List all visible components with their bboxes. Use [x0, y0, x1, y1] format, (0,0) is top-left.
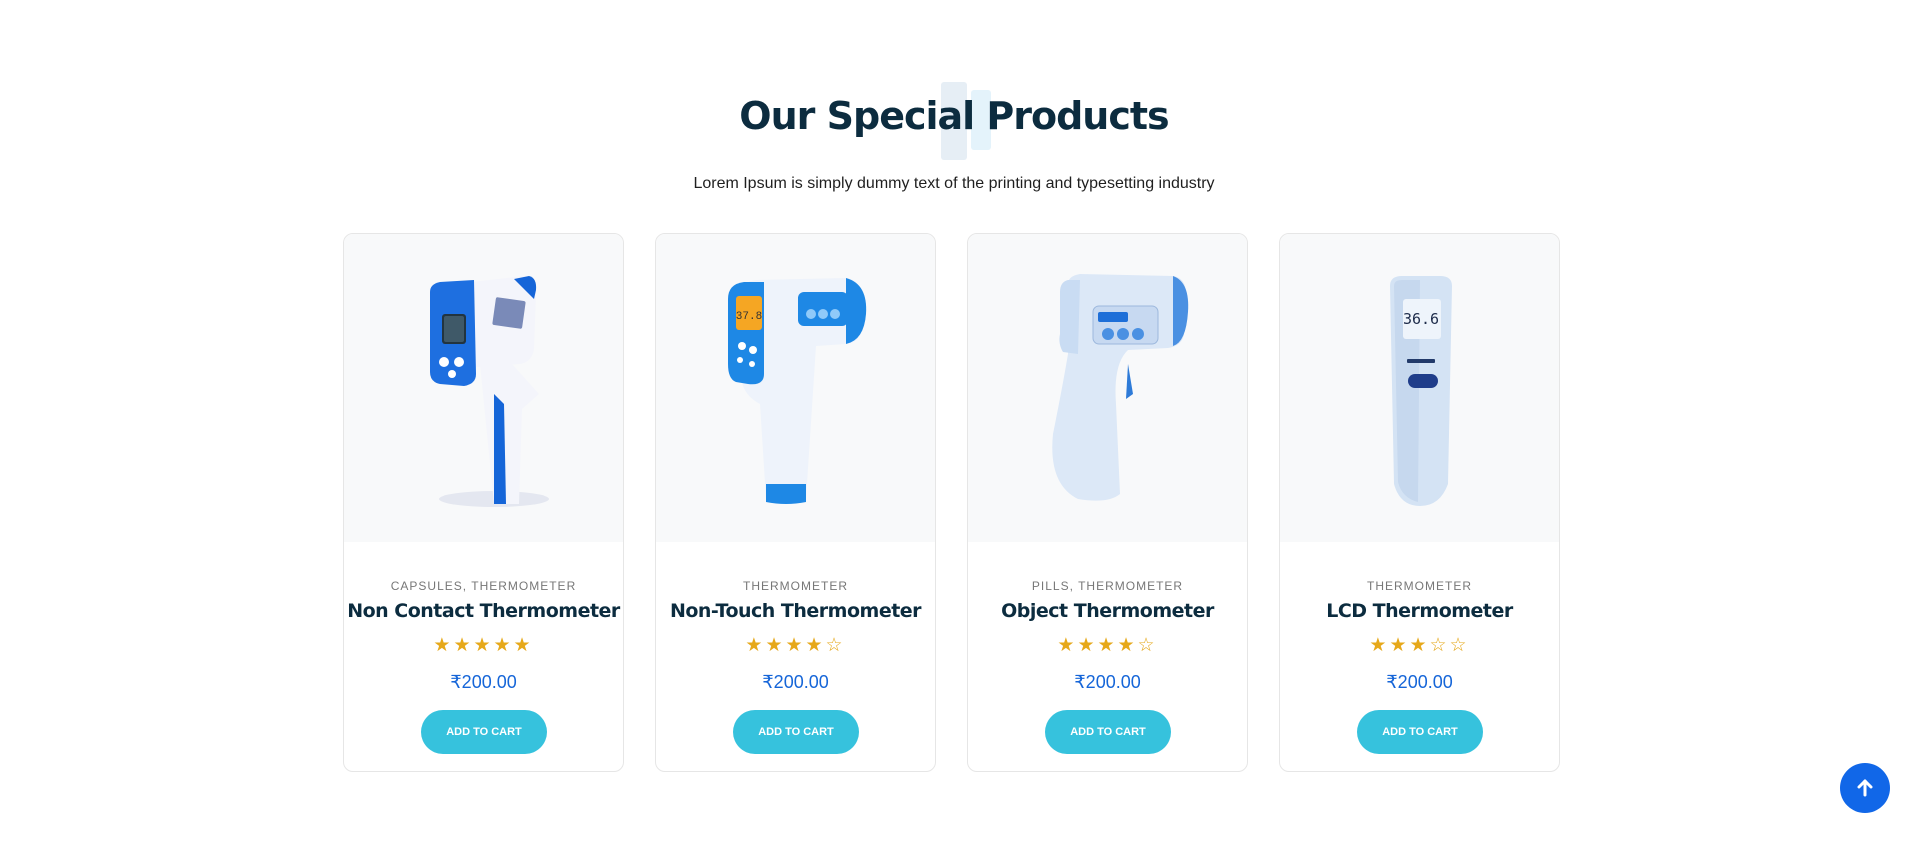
category-link[interactable]: CAPSULES — [391, 579, 463, 593]
add-to-cart-button[interactable]: ADD TO CART — [421, 710, 547, 754]
star-rating: ★★★★★ — [433, 635, 534, 656]
scroll-to-top-button[interactable] — [1840, 763, 1890, 813]
product-image[interactable]: 36.6 — [1280, 234, 1559, 542]
product-name[interactable]: LCD Thermometer — [1280, 600, 1559, 622]
product-card[interactable]: CAPSULES, THERMOMETER Non Contact Thermo… — [343, 233, 624, 772]
product-categories: PILLS, THERMOMETER — [1031, 579, 1184, 593]
display-reading: 37.8 — [736, 311, 762, 323]
product-card[interactable]: PILLS, THERMOMETER Object Thermometer ★★… — [967, 233, 1248, 772]
product-card[interactable]: 37.8 THERMOMETER Non-Touch Thermometer ★… — [655, 233, 936, 772]
category-link[interactable]: THERMOMETER — [1367, 579, 1472, 593]
display-reading: 36.6 — [1403, 310, 1439, 328]
section-subtitle: Lorem Ipsum is simply dummy text of the … — [693, 175, 1215, 192]
product-categories: CAPSULES, THERMOMETER — [390, 579, 577, 593]
star-rating: ★★★★☆ — [1057, 635, 1158, 656]
category-link[interactable]: PILLS — [1032, 579, 1070, 593]
arrow-up-icon — [1857, 779, 1873, 797]
star-rating: ★★★☆☆ — [1369, 635, 1470, 656]
thermometer-stick-icon: 36.6 — [1390, 276, 1452, 506]
product-price: ₹200.00 — [1386, 672, 1453, 692]
thermometer-gun-light-icon — [1052, 274, 1189, 501]
product-categories: THERMOMETER — [1280, 579, 1559, 593]
product-name[interactable]: Non Contact Thermometer — [344, 600, 623, 622]
product-card[interactable]: 36.6 THERMOMETER LCD Thermometer ★★★☆☆ ₹… — [1279, 233, 1560, 772]
add-to-cart-button[interactable]: ADD TO CART — [733, 710, 859, 754]
add-to-cart-button[interactable]: ADD TO CART — [1357, 710, 1483, 754]
product-categories: THERMOMETER — [656, 579, 935, 593]
category-link[interactable]: THERMOMETER — [743, 579, 848, 593]
star-rating: ★★★★☆ — [745, 635, 846, 656]
product-image[interactable] — [344, 234, 623, 542]
add-to-cart-button[interactable]: ADD TO CART — [1045, 710, 1171, 754]
product-price: ₹200.00 — [762, 672, 829, 692]
category-link[interactable]: THERMOMETER — [471, 579, 576, 593]
thermometer-gun-display-icon: 37.8 — [728, 278, 867, 504]
product-price: ₹200.00 — [450, 672, 517, 692]
product-name[interactable]: Object Thermometer — [968, 600, 1247, 622]
product-image[interactable] — [968, 234, 1247, 542]
category-link[interactable]: THERMOMETER — [1078, 579, 1183, 593]
product-image[interactable]: 37.8 — [656, 234, 935, 542]
thermometer-gun-blue-icon — [430, 276, 549, 507]
product-name[interactable]: Non-Touch Thermometer — [656, 600, 935, 622]
product-price: ₹200.00 — [1074, 672, 1141, 692]
page-title: Our Special Products — [739, 94, 1169, 138]
